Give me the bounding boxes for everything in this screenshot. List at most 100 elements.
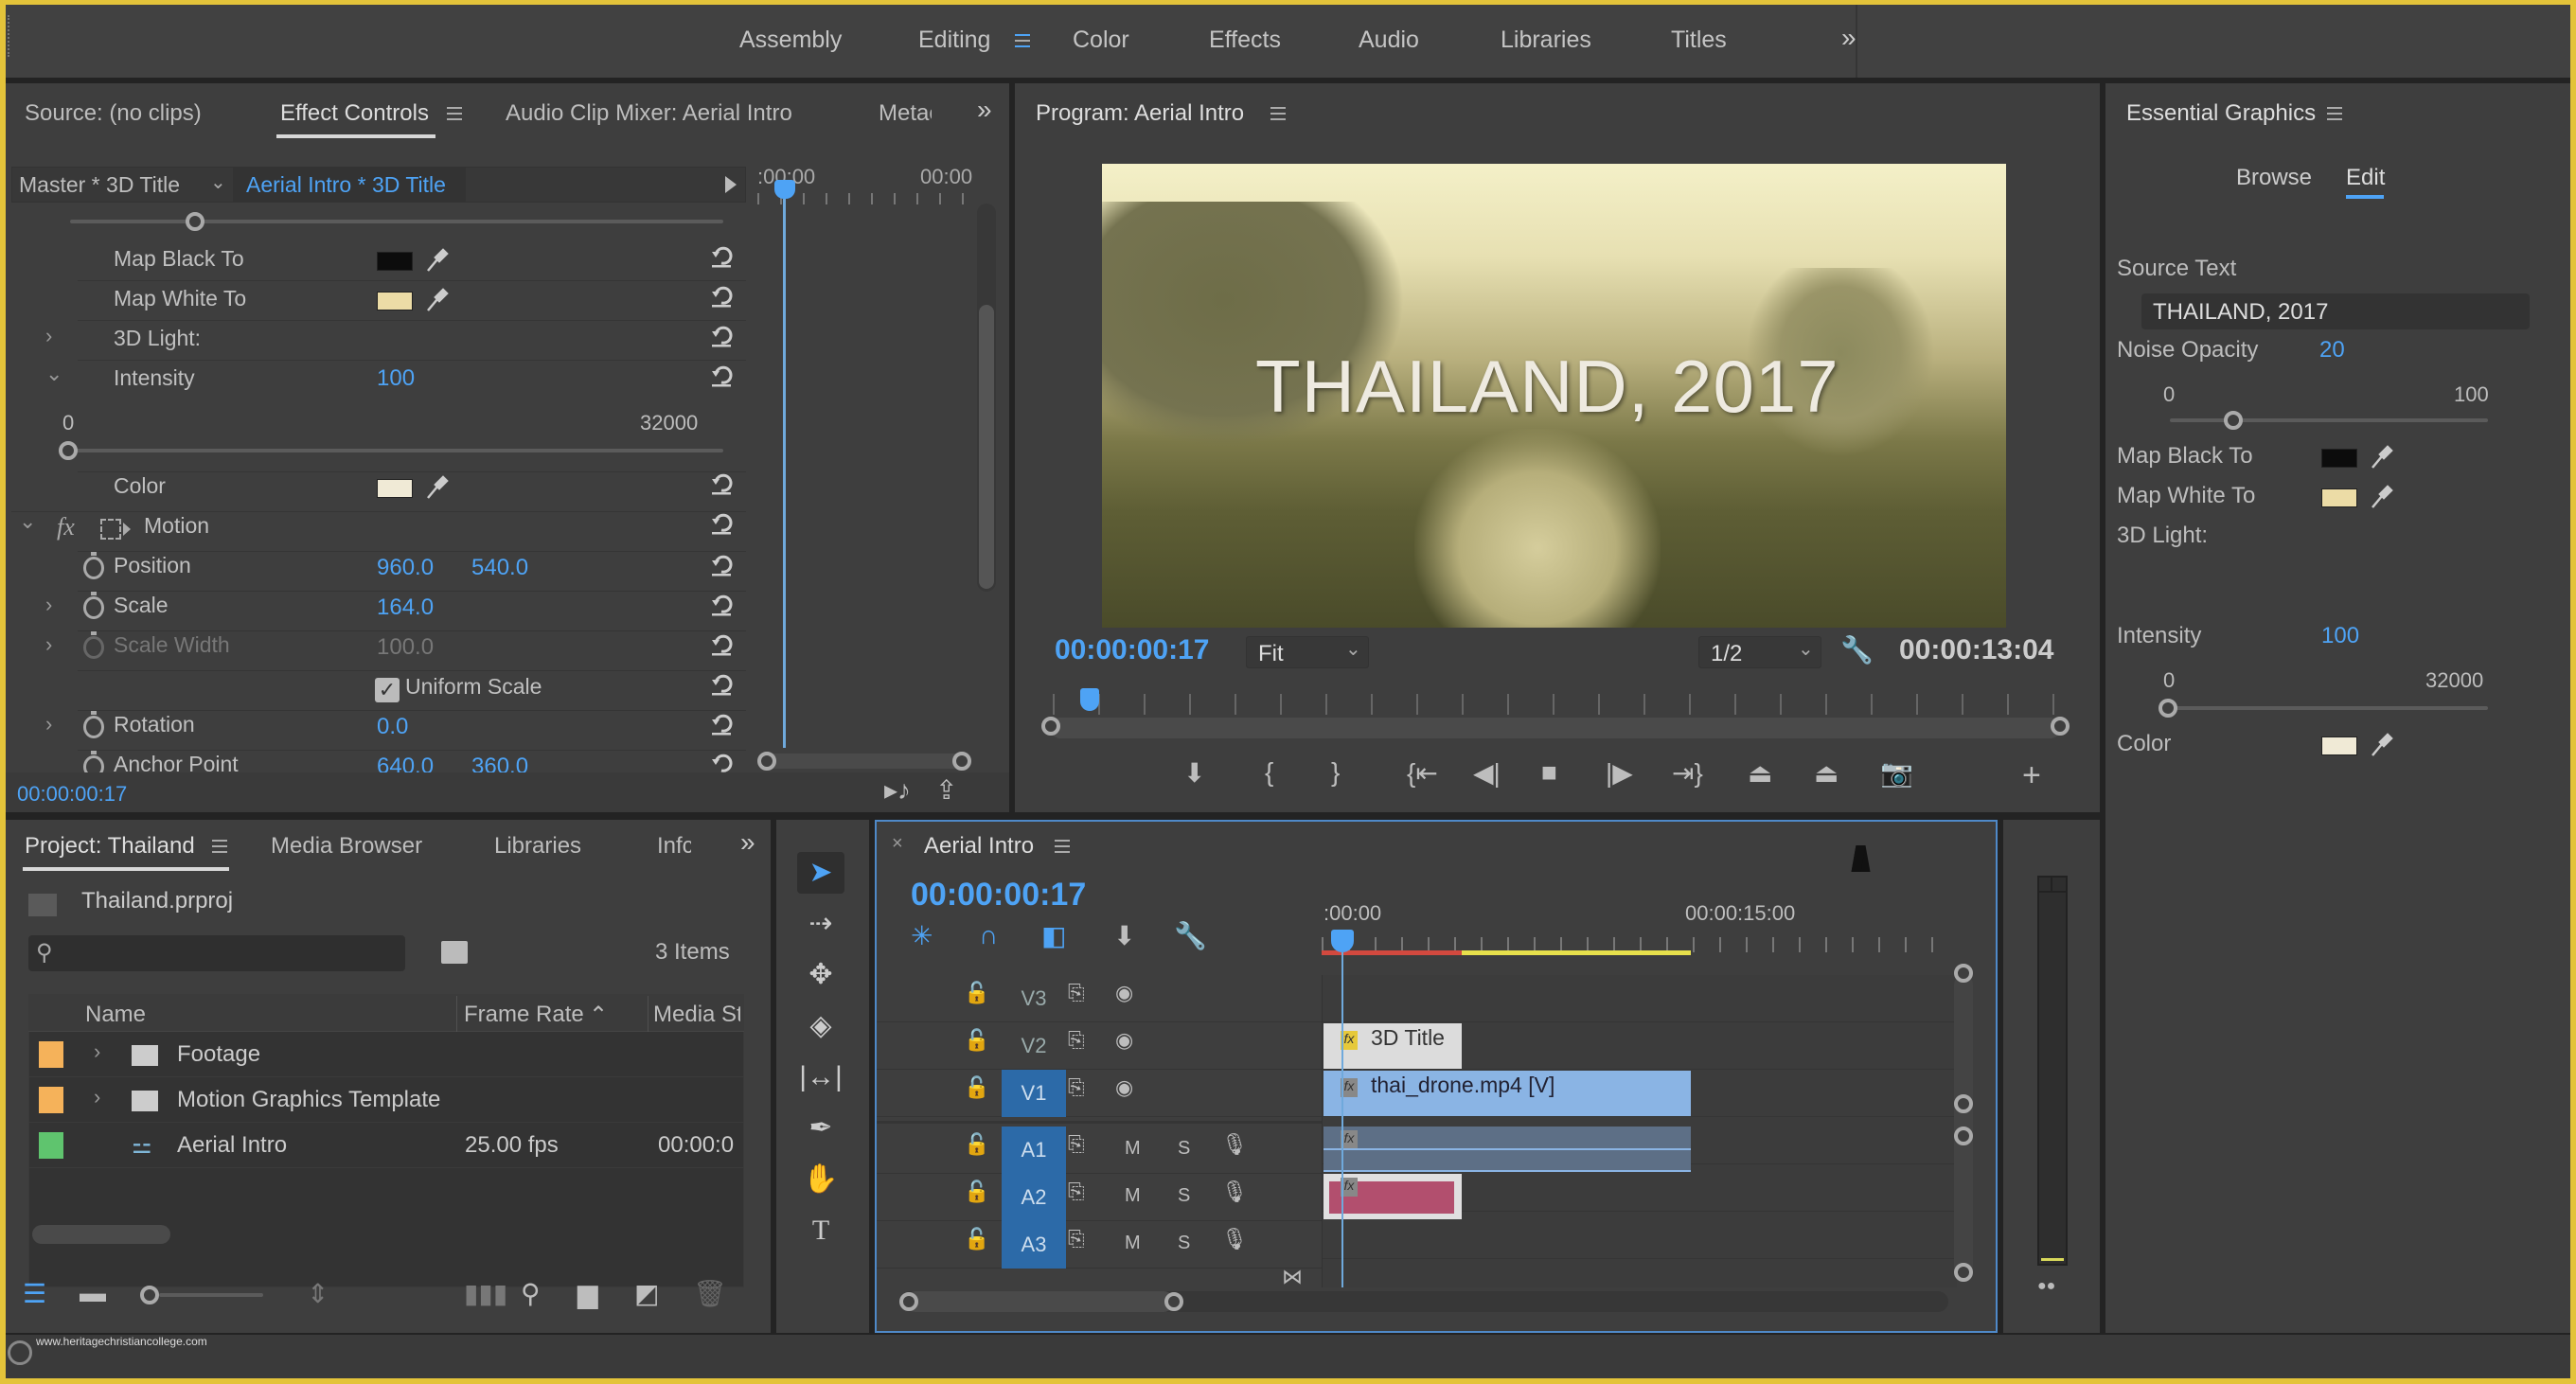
h-scroll-right-handle[interactable] [1164,1292,1183,1311]
top-slider-track[interactable] [70,220,723,223]
eye-icon[interactable]: ◉ [1115,1075,1133,1100]
eyedropper-icon[interactable] [424,473,449,500]
keyframe-zoom-scrollbar[interactable] [763,754,964,769]
resolution-dropdown[interactable]: 1/2 ⌄ [1698,636,1821,668]
workspace-tab-editing[interactable]: Editing [918,27,990,54]
microphone-icon[interactable]: 🎙 [1221,1227,1248,1251]
intensity-value[interactable]: 100 [377,365,415,392]
timeline-h-scrollbar-thumb[interactable] [905,1291,1174,1312]
workspace-tab-effects[interactable]: Effects [1209,27,1281,54]
reset-icon[interactable] [708,282,735,309]
noise-opacity-value[interactable]: 20 [2319,337,2345,364]
timeline-playhead[interactable] [1331,930,1354,952]
position-x-value[interactable]: 960.0 [377,555,434,581]
motion-transform-icon[interactable] [100,519,121,540]
new-bin-icon[interactable]: ▆ [577,1278,598,1309]
go-to-out-icon[interactable]: ⇥} [1672,757,1703,789]
extract-icon[interactable]: ⏏ [1814,757,1839,789]
panel-menu-icon[interactable] [212,840,227,853]
microphone-icon[interactable]: 🎙 [1221,1132,1248,1157]
panel-menu-icon[interactable] [1270,107,1286,120]
stopwatch-icon[interactable] [83,552,104,579]
v-scroll-handle[interactable] [1954,1094,1973,1113]
creative-cloud-icon[interactable] [8,1340,32,1365]
sync-lock-icon[interactable]: ⎘ [1068,1075,1085,1100]
timeline-title[interactable]: Aerial Intro [924,833,1034,860]
chevron-down-icon[interactable]: ⌄ [45,362,62,386]
workspace-tab-color[interactable]: Color [1073,27,1129,54]
thumbnail-size-slider[interactable] [159,1293,263,1297]
nest-icon[interactable]: ✳ [911,920,933,951]
panel-menu-icon[interactable] [447,107,462,120]
stopwatch-icon[interactable] [83,711,104,738]
pen-tool-icon[interactable]: ✒ [797,1108,844,1149]
step-back-icon[interactable]: ◀| [1473,757,1501,789]
zoom-dropdown[interactable]: Fit ⌄ [1246,636,1369,668]
solo-button[interactable]: S [1178,1185,1190,1207]
mute-button[interactable]: M [1125,1138,1141,1160]
slip-tool-icon[interactable]: |↔| [797,1056,844,1098]
razor-tool-icon[interactable]: ◈ [797,1005,844,1047]
export-frame-icon[interactable]: 📷 [1880,757,1913,789]
clip-thai-drone[interactable]: fx thai_drone.mp4 [V] [1324,1071,1691,1116]
trash-icon[interactable]: 🗑 [693,1278,727,1309]
project-h-scrollbar[interactable] [32,1225,170,1244]
track-target-v3[interactable]: V3 [1002,975,1066,1022]
label-color-chip[interactable] [39,1087,63,1113]
label-color-chip[interactable] [39,1041,63,1068]
mute-button[interactable]: M [1125,1185,1141,1207]
workspace-menu-icon[interactable] [1015,34,1030,47]
reset-icon[interactable] [708,710,735,736]
column-header-frame-rate[interactable]: Frame Rate [464,1002,584,1028]
lock-icon[interactable]: 🔓 [964,1227,989,1251]
lock-icon[interactable]: 🔓 [964,981,989,1005]
program-timecode[interactable]: 00:00:00:17 [1055,634,1209,666]
close-icon[interactable]: × [892,833,903,855]
color-swatch[interactable] [377,479,413,498]
stopwatch-icon[interactable] [83,592,104,619]
v-scroll-handle[interactable] [1954,964,1973,983]
anchor-point-y-value[interactable]: 360.0 [471,754,528,772]
solo-button[interactable]: S [1178,1233,1190,1254]
workspace-tab-libraries[interactable]: Libraries [1501,27,1591,54]
project-search-input[interactable] [28,935,405,971]
eyedropper-icon[interactable] [2369,443,2393,470]
program-scrollbar[interactable] [1051,718,2060,738]
reset-icon[interactable] [708,670,735,697]
export-icon[interactable]: ⇪ [935,774,957,806]
position-y-value[interactable]: 540.0 [471,555,528,581]
lift-icon[interactable]: ⏏ [1748,757,1772,789]
go-to-in-icon[interactable]: {⇤ [1407,757,1438,789]
automate-to-sequence-icon[interactable]: ▮▮▮ [464,1278,507,1309]
add-button-icon[interactable]: + [2022,757,2041,794]
zoom-right-handle[interactable] [952,752,971,771]
sort-icons-icon[interactable]: ⇕ [307,1278,329,1309]
reset-icon[interactable] [708,242,735,269]
tab-libraries[interactable]: Libraries [494,833,581,860]
solo-button[interactable]: S [1178,1138,1190,1160]
intensity-slider-track[interactable] [70,449,723,452]
reset-icon[interactable] [708,362,735,388]
map-white-to-swatch[interactable] [377,292,413,311]
chevron-down-icon[interactable]: ⌄ [210,170,226,194]
intensity-slider-knob[interactable] [59,441,78,460]
eg-map-black-to-swatch[interactable] [2321,449,2357,468]
new-item-icon[interactable]: ◩ [634,1278,659,1309]
sync-lock-icon[interactable]: ⎘ [1068,1132,1085,1157]
workspace-tab-audio[interactable]: Audio [1359,27,1419,54]
v-scroll-handle[interactable] [1954,1263,1973,1282]
workspace-tab-assembly[interactable]: Assembly [739,27,842,54]
noise-opacity-slider-track[interactable] [2170,418,2488,422]
mark-in-icon[interactable]: { [1265,757,1273,788]
tab-browse[interactable]: Browse [2236,165,2312,191]
tab-effect-controls[interactable]: Effect Controls [280,100,429,127]
h-scroll-left-handle[interactable] [899,1292,918,1311]
clip-3d-title[interactable]: fx 3D Title [1324,1023,1462,1069]
tab-media-browser[interactable]: Media Browser [271,833,422,860]
uniform-scale-checkbox[interactable]: ✓ [375,678,400,702]
tab-edit[interactable]: Edit [2346,165,2385,191]
reset-icon[interactable] [708,591,735,617]
tab-project[interactable]: Project: Thailand [25,833,195,860]
tab-source[interactable]: Source: (no clips) [25,100,202,127]
program-zoom-left-handle[interactable] [1041,717,1060,736]
